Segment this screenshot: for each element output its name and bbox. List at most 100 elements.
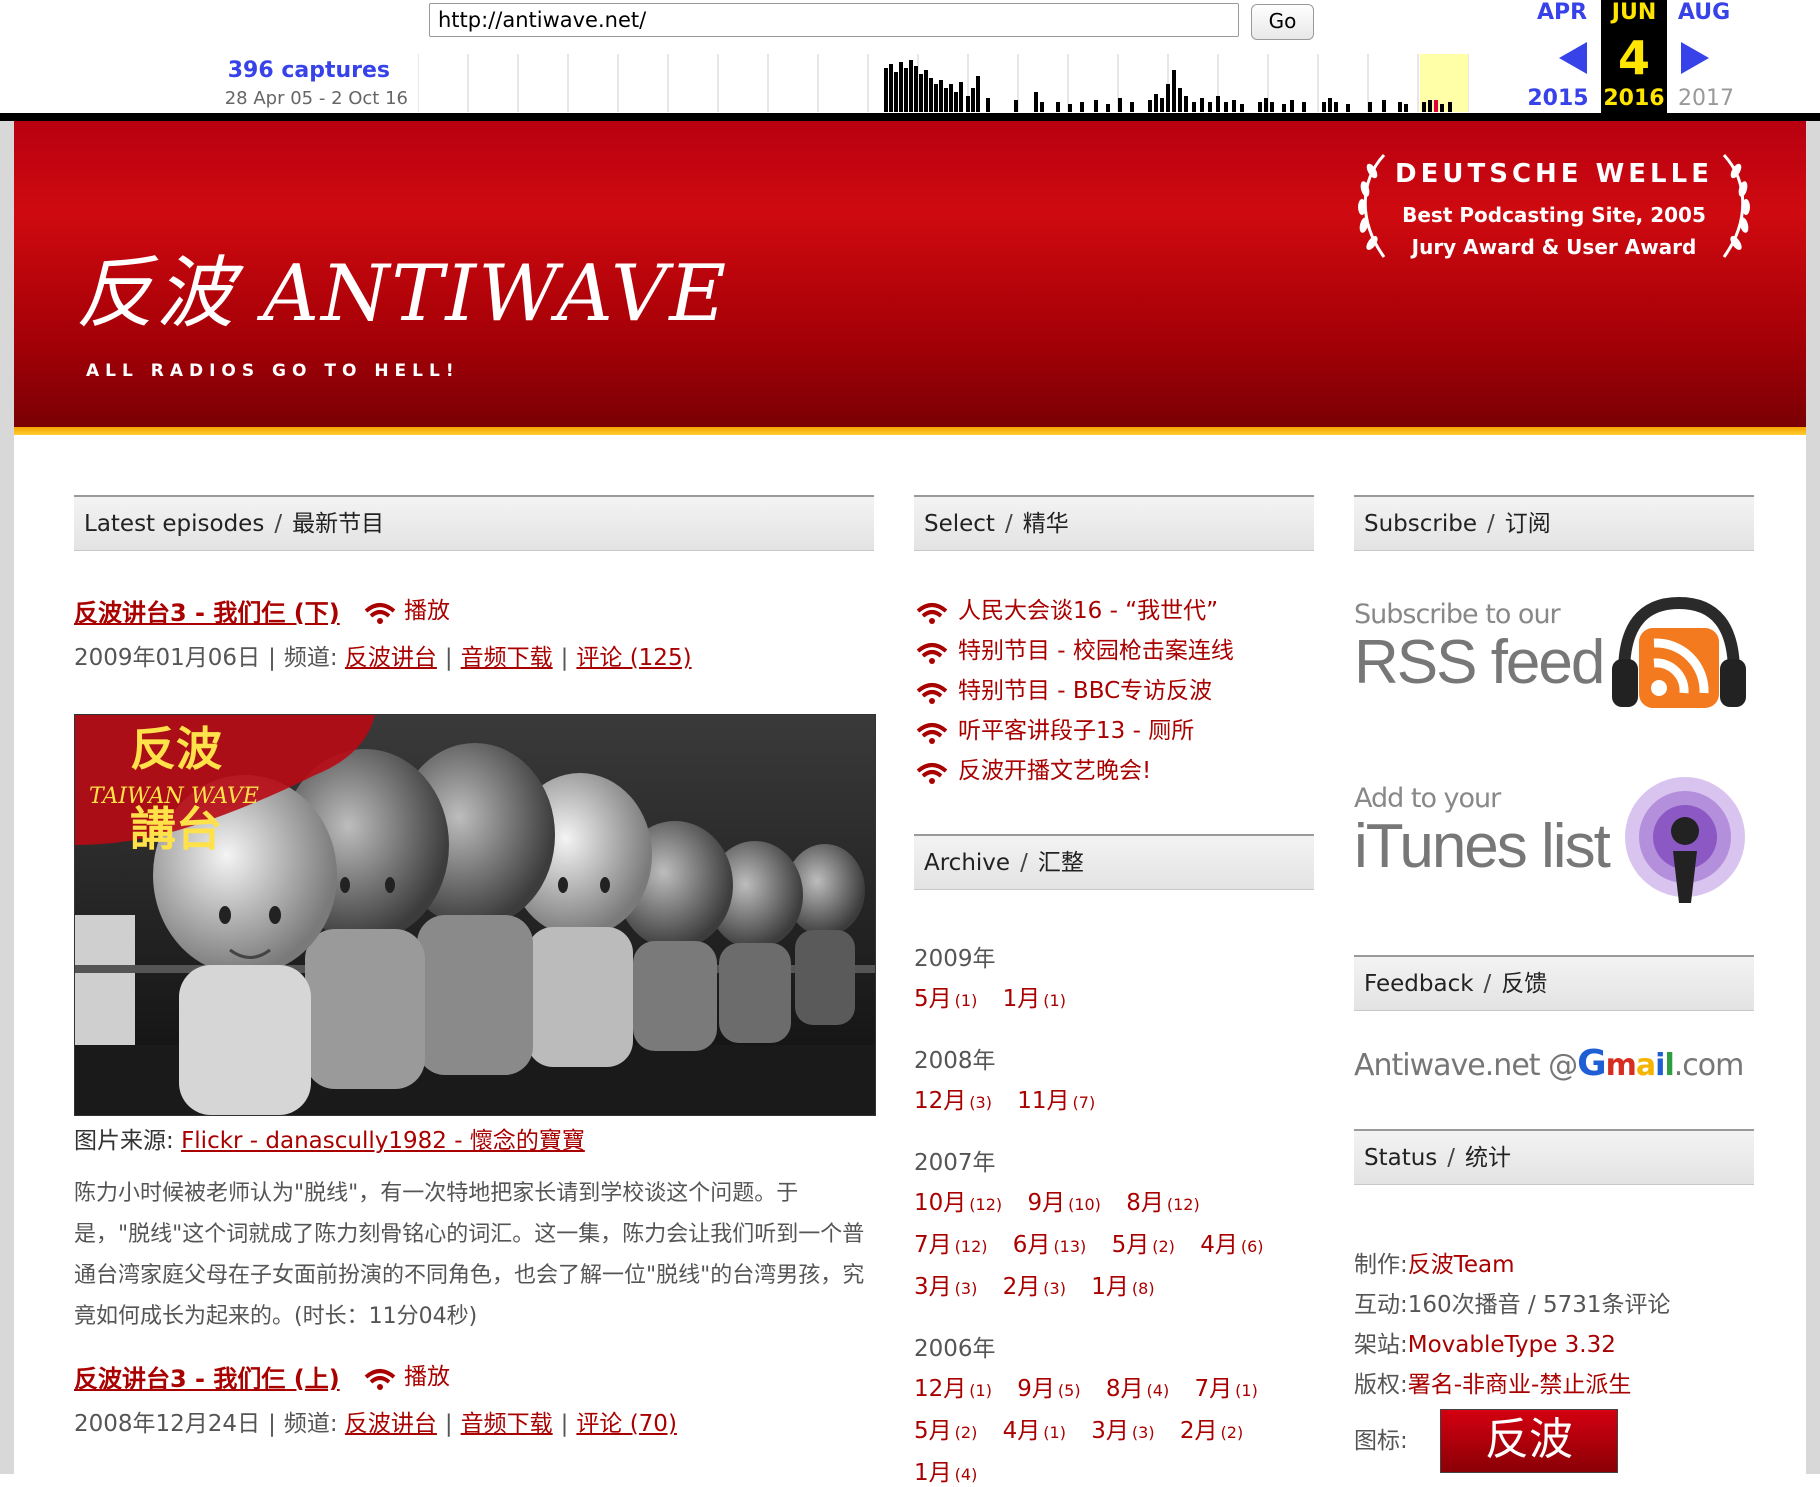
site-logo[interactable]: 反波 ANTIWAVE — [76, 231, 728, 343]
site-icon-badge[interactable]: 反波 — [1440, 1409, 1618, 1473]
wayback-date-range: 28 Apr 05 - 2 Oct 16 — [224, 88, 408, 109]
archive-month-link[interactable]: 2月 (2) — [1180, 1418, 1243, 1444]
channel-link[interactable]: 反波讲台 — [345, 645, 437, 671]
heading-separator: / — [1483, 971, 1492, 997]
wayback-prev-year[interactable]: 2015 — [1523, 86, 1593, 111]
broadcast-icon — [916, 602, 948, 624]
archive-month-link[interactable]: 8月 (4) — [1106, 1376, 1169, 1402]
archive-month-link[interactable]: 10月 (12) — [914, 1190, 1002, 1216]
archive-row: 7月 (12) 6月 (13) 5月 (2) 4月 (6) — [914, 1225, 1282, 1259]
archive-month-link[interactable]: 6月 (13) — [1013, 1232, 1086, 1258]
select-item[interactable]: 人民大会谈16 - “我世代” — [914, 591, 1218, 625]
archive-month-link[interactable]: 12月 (1) — [914, 1376, 992, 1402]
page-content: 反波 ANTIWAVE ALL RADIOS GO TO HELL! DEUTS… — [14, 121, 1806, 1486]
select-item-label: 特别节目 - 校园枪击案连线 — [958, 638, 1234, 664]
select-heading: Select / 精华 — [914, 495, 1314, 551]
email-prefix: Antiwave.net @ — [1354, 1048, 1578, 1083]
download-link[interactable]: 音频下载 — [461, 1411, 553, 1437]
award-line-2: Jury Award & User Award — [1411, 235, 1697, 259]
channel-label: 频道: — [283, 1411, 338, 1437]
status-label: 图标: — [1354, 1428, 1408, 1454]
channel-link[interactable]: 反波讲台 — [345, 1411, 437, 1437]
archive-month-link[interactable]: 5月 (2) — [914, 1418, 977, 1444]
wayback-divider — [0, 113, 1820, 121]
archive-month-link[interactable]: 7月 (12) — [914, 1232, 987, 1258]
award-title: DEUTSCHE WELLE — [1395, 159, 1713, 189]
select-item[interactable]: 特别节目 - 校园枪击案连线 — [914, 631, 1234, 665]
award-badge: DEUTSCHE WELLE Best Podcasting Site, 200… — [1344, 151, 1764, 261]
itunes-big-text: iTunes list — [1354, 812, 1611, 881]
prev-arrow-icon[interactable] — [1557, 40, 1589, 76]
archive-month-link[interactable]: 1月 (8) — [1091, 1274, 1154, 1300]
heading-separator: / — [1487, 511, 1495, 537]
select-item[interactable]: 反波开播文艺晚会! — [914, 751, 1151, 785]
heading-zh: 最新节目 — [292, 511, 385, 537]
podcast-icon — [1625, 777, 1745, 903]
comments-link[interactable]: 评论 (125) — [576, 645, 691, 671]
select-item[interactable]: 特别节目 - BBC专访反波 — [914, 671, 1212, 705]
archive-month-link[interactable]: 3月 (3) — [1091, 1418, 1154, 1444]
archive-month-link[interactable]: 7月 (1) — [1195, 1376, 1258, 1402]
wayback-captures-link[interactable]: 396 captures — [190, 58, 390, 83]
archive-month-link[interactable]: 4月 (1) — [1003, 1418, 1066, 1444]
episode-title-link[interactable]: 反波讲台3 - 我们仨 (上) — [74, 1359, 340, 1394]
episode-title-link[interactable]: 反波讲台3 - 我们仨 (下) — [74, 593, 340, 628]
broadcast-icon — [916, 762, 948, 784]
download-link[interactable]: 音频下载 — [461, 645, 553, 671]
wayback-toolbar: Go 396 captures 28 Apr 05 - 2 Oct 16 — [0, 0, 1820, 121]
heading-en: Select — [924, 511, 995, 537]
feedback-email[interactable]: Antiwave.net @Gmail.com — [1354, 1043, 1745, 1084]
next-arrow-icon[interactable] — [1679, 40, 1711, 76]
broadcast-icon — [916, 642, 948, 664]
wayback-go-button[interactable]: Go — [1251, 4, 1314, 40]
archive-month-link[interactable]: 5月 (1) — [914, 986, 977, 1012]
archive-month-link[interactable]: 9月 (10) — [1027, 1190, 1100, 1216]
archive-heading: Archive / 汇整 — [914, 834, 1314, 890]
wayback-next-month[interactable]: AUG — [1669, 0, 1739, 25]
episode-date: 2009年01月06日 — [74, 645, 261, 671]
status-value[interactable]: 署名-非商业-禁止派生 — [1408, 1372, 1632, 1398]
header-stripe — [14, 427, 1806, 435]
feedback-heading: Feedback / 反馈 — [1354, 955, 1754, 1011]
comments-link[interactable]: 评论 (70) — [576, 1411, 677, 1437]
award-line-1: Best Podcasting Site, 2005 — [1402, 203, 1706, 227]
status-label: 版权: — [1354, 1372, 1408, 1398]
image-logo-bottom: 講台 — [130, 802, 222, 856]
status-value[interactable]: 反波Team — [1408, 1252, 1515, 1278]
rss-headphones-icon — [1612, 596, 1746, 708]
archive-month-link[interactable]: 11月 (7) — [1017, 1088, 1095, 1114]
archive-month-link[interactable]: 3月 (3) — [914, 1274, 977, 1300]
wayback-prev-month[interactable]: APR — [1527, 0, 1597, 25]
wayback-url-input[interactable] — [429, 3, 1239, 37]
select-item[interactable]: 听平客讲段子13 - 厕所 — [914, 711, 1194, 745]
archive-month-link[interactable]: 1月 (1) — [1003, 986, 1066, 1012]
archive-year: 2006年 — [914, 1336, 996, 1362]
broadcast-icon — [364, 1368, 396, 1390]
wayback-capture-graph[interactable] — [418, 54, 1478, 112]
archive-month-link[interactable]: 2月 (3) — [1003, 1274, 1066, 1300]
gmail-l: l — [1664, 1048, 1674, 1083]
select-item-label: 听平客讲段子13 - 厕所 — [958, 718, 1195, 744]
archive-month-link[interactable]: 1月 (4) — [914, 1460, 977, 1486]
episode-play-link[interactable]: 播放 — [362, 1357, 450, 1391]
archive-month-link[interactable]: 12月 (3) — [914, 1088, 992, 1114]
archive-month-link[interactable]: 4月 (6) — [1200, 1232, 1263, 1258]
heading-en: Feedback — [1364, 971, 1474, 997]
episode-meta: 2008年12月24日 | 频道: 反波讲台 | 音频下载 | 评论 (70) — [74, 1411, 677, 1437]
logo-text: 反波 ANTIWAVE — [76, 249, 729, 339]
episode-image[interactable]: 反波 TAIWAN WAVE 講台 — [74, 714, 876, 1116]
rss-subscribe-badge[interactable]: Subscribe to our RSS feed — [1354, 589, 1754, 739]
itunes-subscribe-badge[interactable]: Add to your iTunes list — [1354, 773, 1754, 923]
heading-en: Status — [1364, 1145, 1438, 1171]
heading-separator: / — [274, 511, 283, 537]
archive-month-link[interactable]: 9月 (5) — [1017, 1376, 1080, 1402]
archive-month-link[interactable]: 5月 (2) — [1112, 1232, 1175, 1258]
archive-year: 2009年 — [914, 946, 996, 972]
status-value[interactable]: MovableType 3.32 — [1408, 1332, 1616, 1358]
credit-link[interactable]: Flickr - danascully1982 - 懷念的寶寶 — [181, 1128, 585, 1154]
archive-month-link[interactable]: 8月 (12) — [1126, 1190, 1199, 1216]
email-suffix: .com — [1673, 1048, 1745, 1083]
heading-en: Archive — [924, 850, 1011, 876]
episode-play-link[interactable]: 播放 — [362, 591, 450, 625]
heading-zh: 反馈 — [1501, 971, 1548, 997]
